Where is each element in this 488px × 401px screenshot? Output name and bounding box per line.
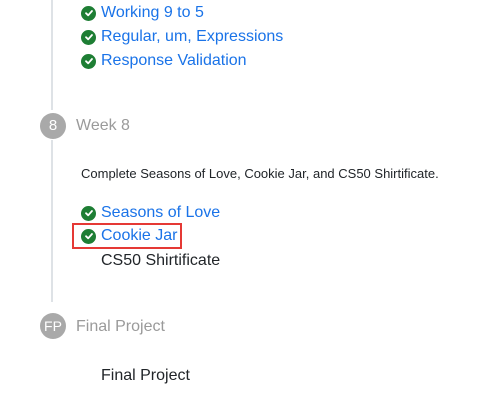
check-circle-icon (81, 53, 96, 69)
week-title: Week 8 (76, 117, 130, 134)
week-description: Complete Seasons of Love, Cookie Jar, an… (81, 166, 439, 181)
check-circle-icon (81, 29, 96, 45)
final-project-title: Final Project (76, 318, 165, 335)
list-item: Response Validation (81, 51, 247, 71)
problem-link-working-9-to-5[interactable]: Working 9 to 5 (101, 4, 204, 22)
list-item: Working 9 to 5 (81, 3, 204, 23)
timeline-line (51, 0, 53, 110)
timeline-line (51, 140, 53, 302)
problem-link-response-validation[interactable]: Response Validation (101, 52, 247, 70)
check-circle-icon (81, 5, 96, 21)
list-item: Seasons of Love (81, 203, 220, 223)
list-item: Regular, um, Expressions (81, 27, 283, 47)
week-number-badge: 8 (40, 113, 66, 139)
problem-link-seasons-of-love[interactable]: Seasons of Love (101, 204, 220, 222)
final-project-badge: FP (40, 313, 66, 339)
problem-label-cs50-shirtificate: CS50 Shirtificate (101, 252, 221, 269)
problem-link-regular-um-expressions[interactable]: Regular, um, Expressions (101, 28, 283, 46)
highlight-box (72, 223, 182, 249)
final-project-item: Final Project (101, 367, 190, 384)
check-circle-icon (81, 205, 96, 221)
